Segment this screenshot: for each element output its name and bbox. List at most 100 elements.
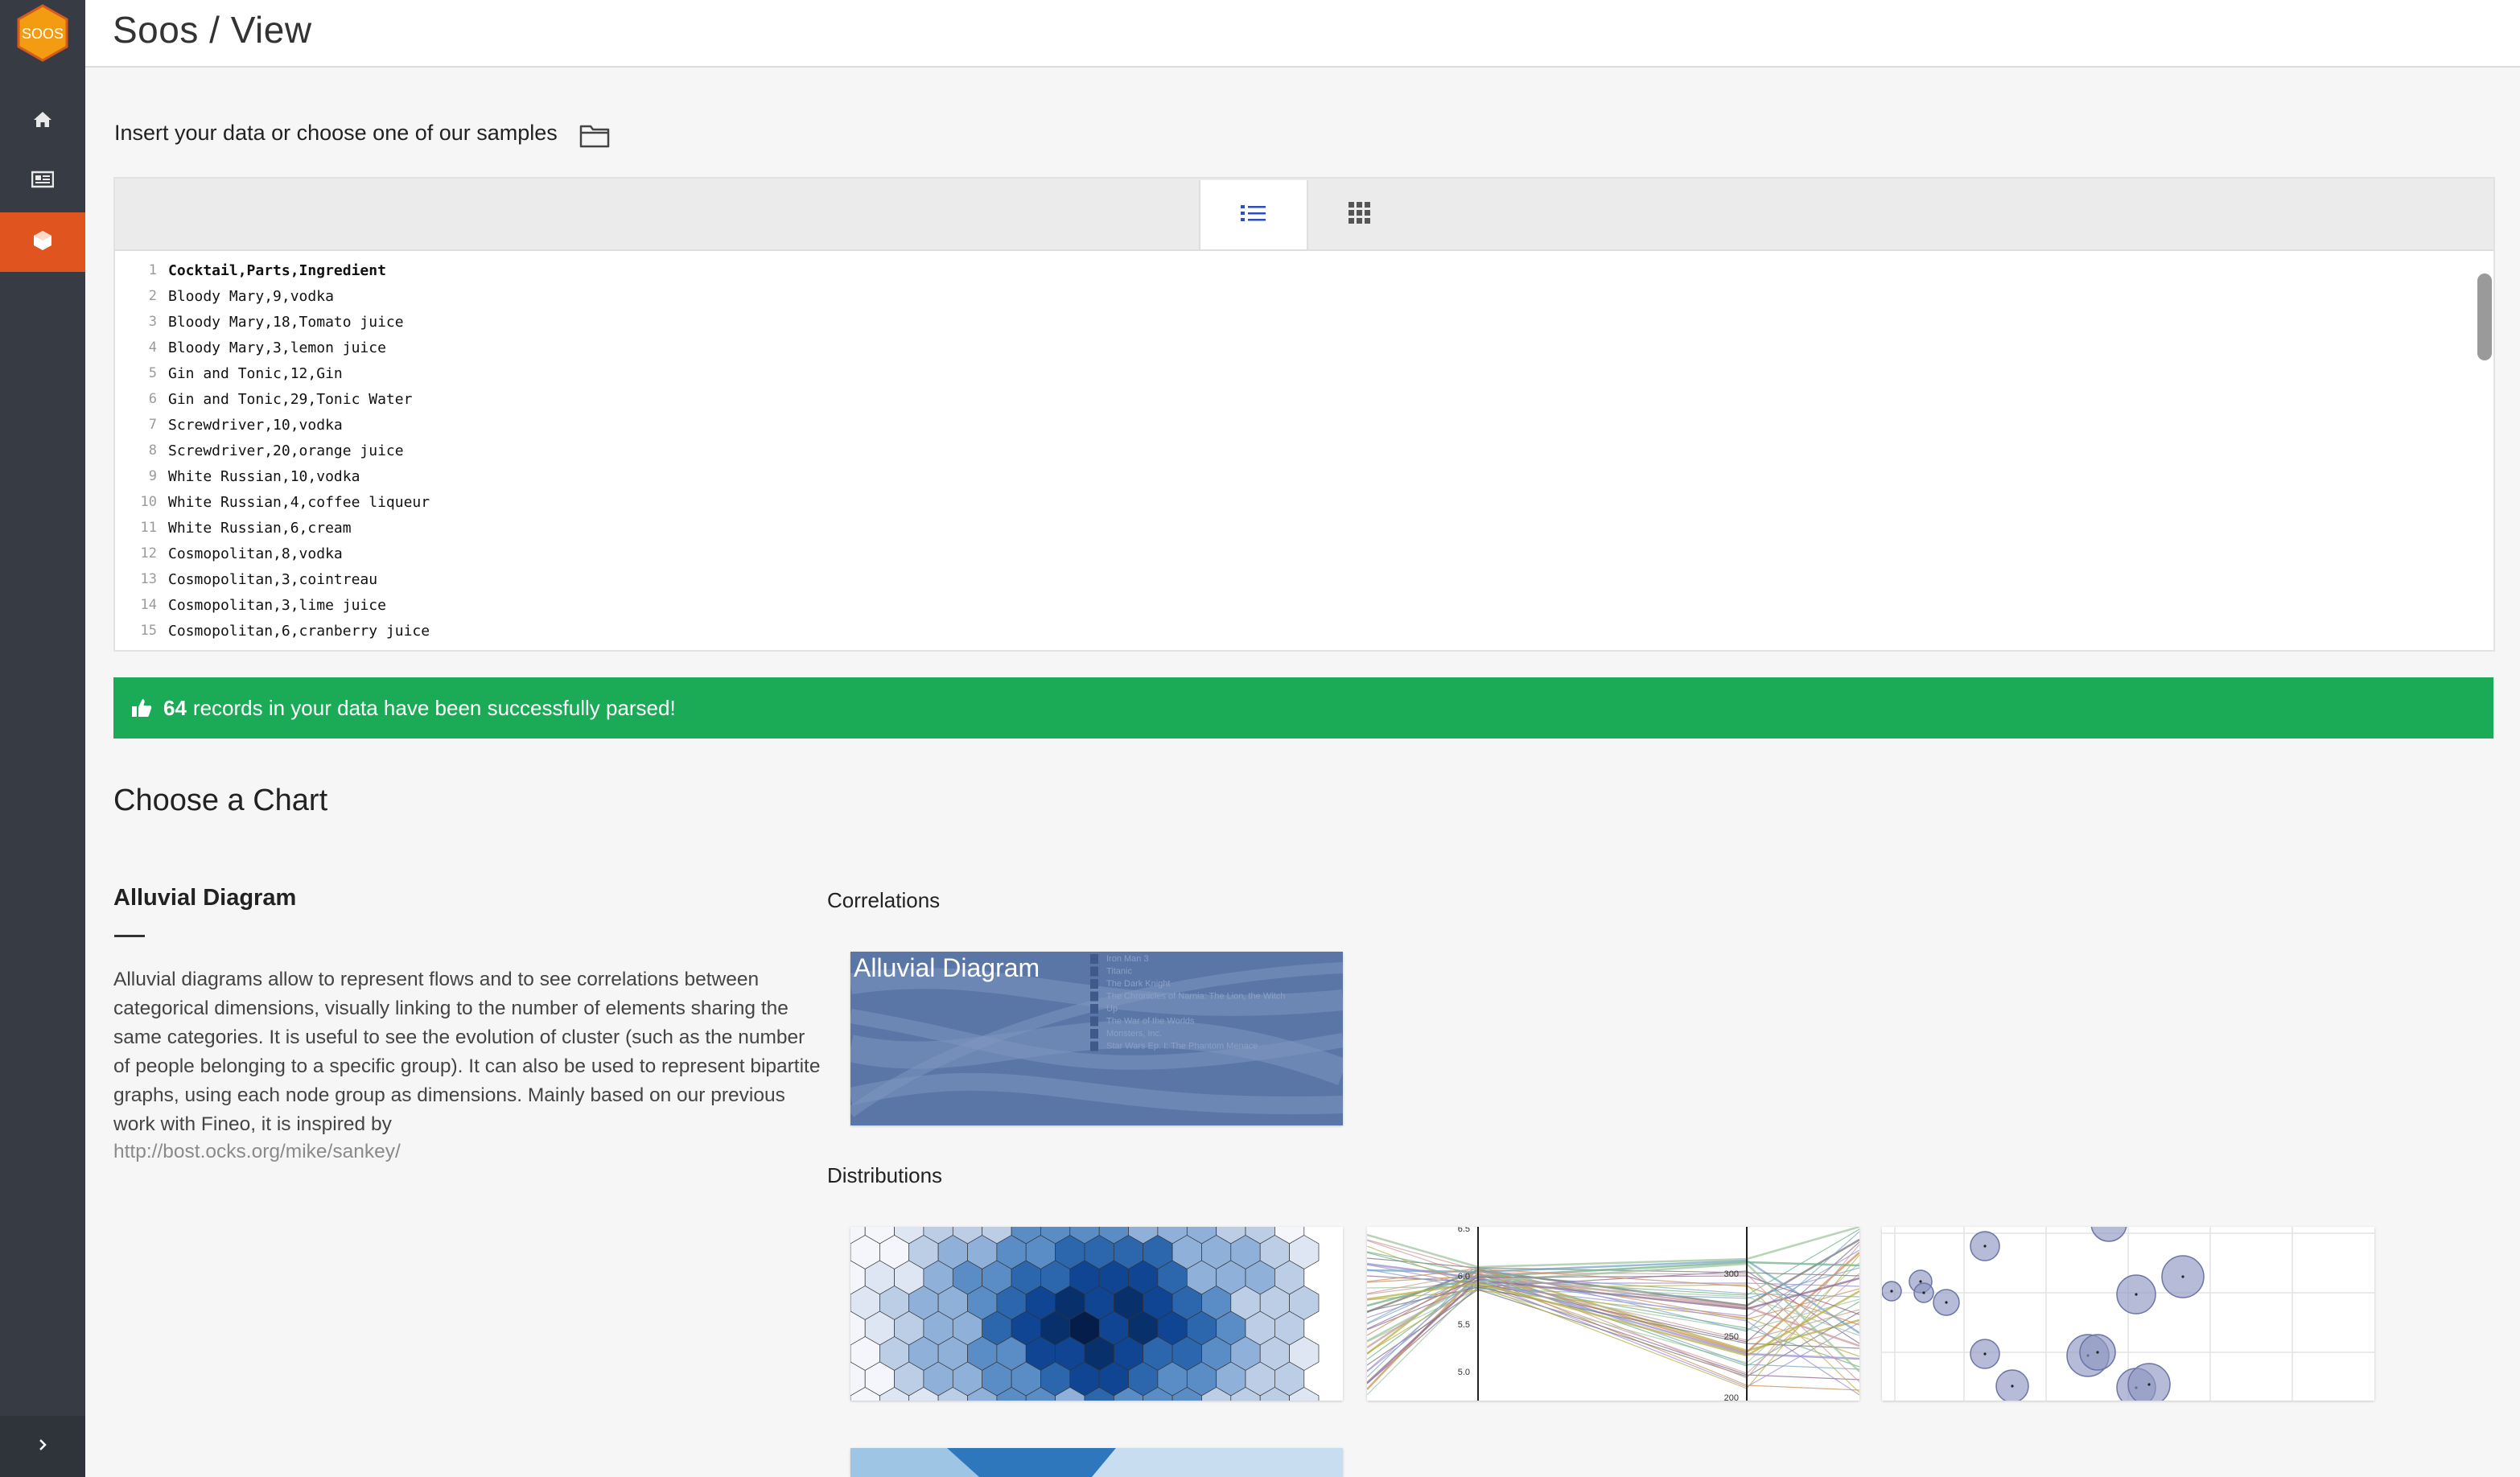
- legend-swatch: [1090, 1041, 1098, 1051]
- code-line: 2 Bloody Mary,9,vodka: [115, 283, 2448, 309]
- line-number: 11: [140, 520, 157, 536]
- line-number: 14: [140, 597, 157, 613]
- data-editor[interactable]: 1 Cocktail,Parts,Ingredient 2 Bloody Mary,9…: [113, 177, 2495, 652]
- line-number: 5: [148, 365, 157, 381]
- bubble-center: [1890, 1290, 1893, 1293]
- legend-label: The War of the Worlds: [1106, 1017, 1195, 1026]
- chart-thumb-hexbin[interactable]: [850, 1227, 1343, 1401]
- bubble-center: [1919, 1280, 1922, 1283]
- line-text: Bloody Mary,18,Tomato juice: [168, 313, 404, 331]
- bubble-center: [2096, 1351, 2099, 1354]
- thumbs-up-icon: [131, 697, 152, 718]
- legend-label: Star Wars Ep. I: The Phantom Menace: [1106, 1042, 1258, 1051]
- choose-chart-heading: Choose a Chart: [113, 784, 328, 817]
- legend-swatch: [1090, 966, 1098, 977]
- data-prompt: Insert your data or choose one of our sa…: [114, 121, 558, 145]
- legend-swatch: [1090, 991, 1098, 1002]
- chart-thumb-partial[interactable]: [850, 1448, 1343, 1477]
- line-text: Gin and Tonic,12,Gin: [168, 364, 343, 382]
- line-number: 4: [148, 339, 157, 356]
- list-icon: [1240, 203, 1267, 228]
- bubble-center: [2135, 1293, 2138, 1296]
- line-text: Cosmopolitan,3,lime juice: [168, 596, 386, 614]
- view-mode-toolbar: [115, 179, 2493, 251]
- line-text: White Russian,4,coffee liqueur: [168, 493, 430, 511]
- line-text: Screwdriver,10,vodka: [168, 416, 343, 434]
- line-text: Cosmopolitan,3,cointreau: [168, 570, 378, 588]
- line-number: 13: [140, 571, 157, 587]
- line-text: Cosmopolitan,6,cranberry juice: [168, 622, 430, 640]
- bubble-center: [1922, 1291, 1925, 1294]
- line-text: Bloody Mary,3,lemon juice: [168, 339, 386, 356]
- bubble-center: [2147, 1383, 2151, 1386]
- grid-view-button[interactable]: [1307, 180, 1413, 249]
- line-text: Gin and Tonic,29,Tonic Water: [168, 390, 413, 408]
- code-line: 12 Cosmopolitan,8,vodka: [115, 541, 2448, 566]
- home-icon: [33, 110, 52, 132]
- chart-thumb-title: Alluvial Diagram: [854, 953, 1040, 982]
- page-title: Soos / View: [113, 9, 312, 51]
- title-divider: [114, 935, 145, 937]
- code-line: 1 Cocktail,Parts,Ingredient: [115, 257, 2448, 283]
- bubble-center: [1983, 1245, 1987, 1248]
- bubble-center: [2011, 1384, 2014, 1388]
- code-line: 13 Cosmopolitan,3,cointreau: [115, 566, 2448, 592]
- chart-description: Alluvial diagrams allow to represent flo…: [113, 969, 821, 1135]
- news-icon: [31, 171, 55, 192]
- svg-text:200: 200: [1724, 1393, 1739, 1401]
- grid-icon: [1348, 201, 1372, 229]
- line-number: 6: [148, 391, 157, 407]
- svg-text:5.0: 5.0: [1458, 1368, 1470, 1377]
- line-text: Bloody Mary,9,vodka: [168, 287, 334, 305]
- sidebar-expand-button[interactable]: [0, 1416, 85, 1477]
- code-line: 11 White Russian,6,cream: [115, 515, 2448, 541]
- app-logo[interactable]: SOOS: [13, 3, 72, 63]
- editor-scrollbar[interactable]: [2477, 274, 2492, 360]
- line-number: 3: [148, 314, 157, 330]
- code-line: 4 Bloody Mary,3,lemon juice: [115, 335, 2448, 360]
- code-line: 8 Screwdriver,20,orange juice: [115, 438, 2448, 463]
- line-number: 12: [140, 545, 157, 562]
- legend-label: The Chronicles of Narnia: The Lion, the …: [1106, 992, 1285, 1002]
- chart-thumb-parallel-coordinates[interactable]: 6.5 6.0 5.5 5.0 300 250 200: [1367, 1227, 1859, 1401]
- sidebar-item-home[interactable]: [0, 91, 85, 150]
- line-text: White Russian,10,vodka: [168, 467, 360, 485]
- svg-text:SOOS: SOOS: [22, 26, 64, 42]
- line-number: 10: [140, 494, 157, 510]
- line-text: White Russian,6,cream: [168, 519, 352, 537]
- folder-icon[interactable]: [579, 122, 610, 152]
- chart-thumb-alluvial[interactable]: Iron Man 3 Titanic The Dark Knight The Chro…: [850, 952, 1343, 1125]
- category-correlations: Correlations: [827, 888, 941, 912]
- bubble: [2127, 1363, 2171, 1401]
- selected-chart-name: Alluvial Diagram: [113, 885, 297, 911]
- list-view-button[interactable]: [1199, 180, 1308, 249]
- chart-source-link[interactable]: http://bost.ocks.org/mike/sankey/: [113, 1141, 401, 1163]
- svg-text:250: 250: [1724, 1332, 1739, 1342]
- code-line: 6 Gin and Tonic,29,Tonic Water: [115, 386, 2448, 412]
- cube-icon: [33, 230, 52, 255]
- legend-label: The Dark Knight: [1106, 979, 1170, 989]
- code-line: 9 White Russian,10,vodka: [115, 463, 2448, 489]
- code-line: 7 Screwdriver,10,vodka: [115, 412, 2448, 438]
- legend-label: Titanic: [1106, 967, 1132, 977]
- sidebar-item-news[interactable]: [0, 151, 85, 211]
- line-number: 7: [148, 417, 157, 433]
- line-text: Screwdriver,20,orange juice: [168, 442, 404, 459]
- svg-text:300: 300: [1724, 1269, 1739, 1279]
- legend-swatch: [1090, 1029, 1098, 1039]
- code-line: 15 Cosmopolitan,6,cranberry juice: [115, 618, 2448, 644]
- sidebar-item-charts[interactable]: [0, 212, 85, 272]
- line-number: 2: [148, 288, 157, 304]
- record-count: 64: [163, 695, 187, 720]
- svg-text:6.0: 6.0: [1458, 1272, 1470, 1282]
- category-distributions: Distributions: [827, 1163, 943, 1187]
- bubble-center: [1983, 1352, 1987, 1356]
- chart-thumb-bubble[interactable]: [1882, 1227, 2374, 1401]
- chevron-right-icon: [37, 1437, 48, 1457]
- legend-label: Monsters, Inc.: [1106, 1029, 1162, 1039]
- top-header: Soos / View: [85, 0, 2520, 68]
- line-number: 15: [140, 623, 157, 639]
- bubble-center: [2181, 1275, 2184, 1278]
- legend-swatch: [1090, 1004, 1098, 1014]
- code-area[interactable]: 1 Cocktail,Parts,Ingredient 2 Bloody Mary,9…: [115, 257, 2448, 644]
